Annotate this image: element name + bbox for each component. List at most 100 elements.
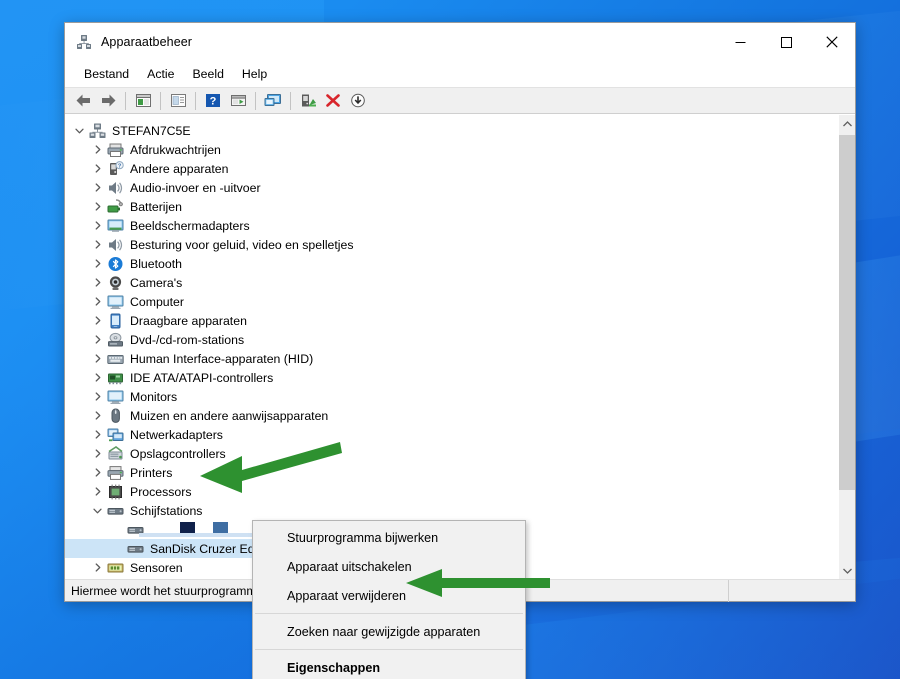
maximize-button[interactable] — [763, 23, 809, 61]
camera-icon — [107, 275, 124, 291]
print-queue-icon — [107, 142, 124, 158]
back-icon[interactable] — [71, 89, 95, 112]
tree-item-besturing-voor-geluid-video-en-spelletjes[interactable]: Besturing voor geluid, video en spelletj… — [65, 235, 838, 254]
chevron-right-icon[interactable] — [91, 181, 105, 195]
sensor-icon — [107, 560, 124, 576]
processor-icon — [107, 484, 124, 500]
tree-item-monitors[interactable]: Monitors — [65, 387, 838, 406]
chevron-right-icon[interactable] — [91, 561, 105, 575]
desktop: Apparaatbeheer Bestand Actie Beeld Help — [0, 0, 900, 679]
chevron-right-icon[interactable] — [91, 352, 105, 366]
chevron-right-icon[interactable] — [91, 143, 105, 157]
tree-item-audio-invoer-en-uitvoer[interactable]: Audio-invoer en -uitvoer — [65, 178, 838, 197]
context-menu-item-apparaat-verwijderen[interactable]: Apparaat verwijderen — [253, 581, 525, 610]
tree-item-draagbare-apparaten[interactable]: Draagbare apparaten — [65, 311, 838, 330]
menu-bar: Bestand Actie Beeld Help — [65, 61, 855, 87]
forward-icon[interactable] — [96, 89, 120, 112]
chevron-right-icon[interactable] — [91, 428, 105, 442]
context-menu-item-apparaat-uitschakelen[interactable]: Apparaat uitschakelen — [253, 552, 525, 581]
tree-item-opslagcontrollers[interactable]: Opslagcontrollers — [65, 444, 838, 463]
context-menu-item-eigenschappen[interactable]: Eigenschappen — [253, 653, 525, 679]
properties-icon[interactable] — [166, 89, 190, 112]
chevron-right-icon[interactable] — [91, 409, 105, 423]
chevron-right-icon[interactable] — [91, 466, 105, 480]
tree-item-batterijen[interactable]: Batterijen — [65, 197, 838, 216]
tree-item-muizen-en-andere-aanwijsapparaten[interactable]: Muizen en andere aanwijsapparaten — [65, 406, 838, 425]
chevron-down-icon[interactable] — [73, 124, 87, 138]
chevron-right-icon[interactable] — [91, 314, 105, 328]
tree-item-dvd-cd-rom-stations[interactable]: Dvd-/cd-rom-stations — [65, 330, 838, 349]
scroll-up-arrow[interactable] — [839, 115, 855, 132]
chevron-right-icon[interactable] — [91, 371, 105, 385]
tree-item-label: Beeldschermadapters — [130, 218, 250, 233]
toolbar-separator — [195, 91, 196, 110]
menu-beeld[interactable]: Beeld — [183, 64, 232, 84]
context-menu-separator — [255, 613, 523, 614]
other-devices-icon: ? — [107, 160, 124, 177]
chevron-right-icon[interactable] — [91, 447, 105, 461]
chevron-right-icon[interactable] — [91, 162, 105, 176]
tree-item-afdrukwachtrijen[interactable]: Afdrukwachtrijen — [65, 140, 838, 159]
tree-item-label: Batterijen — [130, 199, 182, 214]
chevron-right-icon[interactable] — [91, 200, 105, 214]
tree-item-stefan7c5e[interactable]: STEFAN7C5E — [65, 121, 838, 140]
close-button[interactable] — [809, 23, 855, 61]
context-menu-separator — [255, 649, 523, 650]
tree-item-label: Andere apparaten — [130, 161, 229, 176]
menu-bestand[interactable]: Bestand — [75, 64, 138, 84]
chevron-right-icon[interactable] — [91, 219, 105, 233]
chevron-right-icon[interactable] — [91, 390, 105, 404]
tree-item-beeldschermadapters[interactable]: Beeldschermadapters — [65, 216, 838, 235]
menu-help[interactable]: Help — [233, 64, 276, 84]
scroll-down-arrow[interactable] — [839, 562, 855, 579]
tree-item-schijfstations[interactable]: Schijfstations — [65, 501, 838, 520]
vertical-scrollbar[interactable] — [838, 115, 855, 579]
chevron-right-icon[interactable] — [91, 257, 105, 271]
tree-item-camera-s[interactable]: Camera's — [65, 273, 838, 292]
context-menu-item-stuurprogramma-bijwerken[interactable]: Stuurprogramma bijwerken — [253, 523, 525, 552]
chevron-down-icon[interactable] — [91, 504, 105, 518]
scan-hardware-changes-icon[interactable] — [261, 89, 285, 112]
battery-icon — [107, 198, 124, 215]
tree-item-processors[interactable]: Processors — [65, 482, 838, 501]
enable-device-icon[interactable] — [296, 89, 320, 112]
device-tree[interactable]: STEFAN7C5E Afdrukwachtrijen? Andere appara… — [65, 115, 838, 579]
toolbar-separator — [255, 91, 256, 110]
show-hide-console-tree-icon[interactable] — [131, 89, 155, 112]
disk-drive-icon — [107, 503, 124, 519]
mouse-icon — [107, 408, 124, 424]
scrollbar-thumb[interactable] — [839, 135, 855, 490]
chevron-right-icon[interactable] — [91, 276, 105, 290]
install-legacy-hardware-icon[interactable] — [346, 89, 370, 112]
tree-item-label: Bluetooth — [130, 256, 182, 271]
context-menu-item-zoeken-naar-gewijzigde-apparaten[interactable]: Zoeken naar gewijzigde apparaten — [253, 617, 525, 646]
chevron-right-icon[interactable] — [91, 238, 105, 252]
menu-actie[interactable]: Actie — [138, 64, 183, 84]
tree-item-computer[interactable]: Computer — [65, 292, 838, 311]
chevron-right-icon[interactable] — [91, 333, 105, 347]
tree-item-ide-ata-atapi-controllers[interactable]: IDE ATA/ATAPI-controllers — [65, 368, 838, 387]
tree-item-label: Human Interface-apparaten (HID) — [130, 351, 314, 366]
tree-item-bluetooth[interactable]: Bluetooth — [65, 254, 838, 273]
tree-item-netwerkadapters[interactable]: Netwerkadapters — [65, 425, 838, 444]
printer-icon — [107, 465, 124, 481]
context-menu-item-label: Apparaat uitschakelen — [287, 559, 412, 574]
chevron-right-icon[interactable] — [91, 295, 105, 309]
title-bar: Apparaatbeheer — [65, 23, 855, 61]
context-menu-item-label: Apparaat verwijderen — [287, 588, 407, 603]
minimize-button[interactable] — [717, 23, 763, 61]
window-controls — [717, 23, 855, 61]
tree-item-andere-apparaten[interactable]: ? Andere apparaten — [65, 159, 838, 178]
svg-text:?: ? — [210, 96, 217, 108]
tree-item-label: Camera's — [130, 275, 183, 290]
update-driver-icon[interactable] — [226, 89, 250, 112]
uninstall-device-icon[interactable] — [321, 89, 345, 112]
tree-item-label: Netwerkadapters — [130, 427, 223, 442]
chevron-right-icon[interactable] — [91, 485, 105, 499]
tree-item-printers[interactable]: Printers — [65, 463, 838, 482]
monitor-icon — [107, 389, 124, 405]
context-menu[interactable]: Stuurprogramma bijwerken Apparaat uitscha… — [252, 520, 526, 679]
help-icon[interactable]: ? — [201, 89, 225, 112]
tree-item-human-interface-apparaten-hid[interactable]: Human Interface-apparaten (HID) — [65, 349, 838, 368]
computer-node-icon — [89, 123, 106, 139]
